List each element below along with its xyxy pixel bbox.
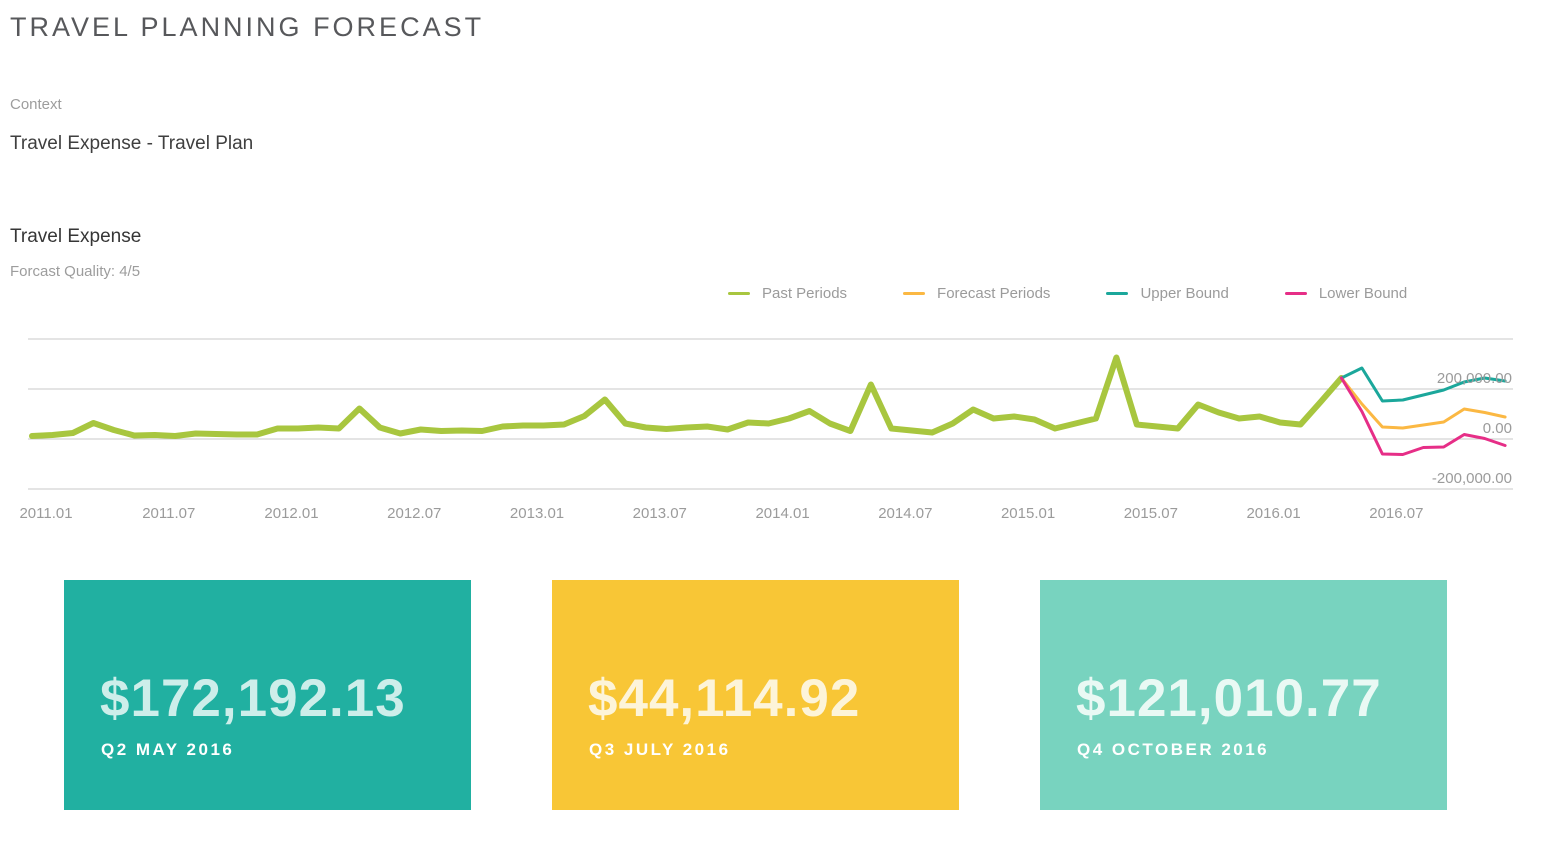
- past-periods-swatch-icon: [728, 292, 750, 295]
- forecast-chart-svg: 200,000.00 0.00 -200,000.00 2011.01 2011.07 2…: [0, 330, 1513, 530]
- x-tick-label: 2015.07: [1124, 505, 1178, 522]
- legend-item-lower-bound[interactable]: Lower Bound: [1285, 285, 1407, 302]
- kpi-period: Q4 OCTOBER 2016: [1077, 740, 1269, 760]
- section-title: Travel Expense: [10, 226, 141, 248]
- legend-label: Forecast Periods: [937, 285, 1050, 302]
- y-tick-label: 0.00: [1483, 420, 1512, 437]
- context-label: Context: [10, 96, 62, 113]
- forecast-quality-label: Forcast Quality: 4/5: [10, 263, 140, 280]
- legend-item-upper-bound[interactable]: Upper Bound: [1106, 285, 1228, 302]
- x-tick-label: 2016.07: [1369, 505, 1423, 522]
- kpi-period: Q3 JULY 2016: [589, 740, 731, 760]
- kpi-cards: $172,192.13 Q2 MAY 2016 $44,114.92 Q3 JU…: [64, 580, 1447, 810]
- lower-bound-swatch-icon: [1285, 292, 1307, 295]
- kpi-period: Q2 MAY 2016: [101, 740, 234, 760]
- y-tick-label: 200,000.00: [1437, 370, 1512, 387]
- kpi-card-q4: $121,010.77 Q4 OCTOBER 2016: [1040, 580, 1447, 810]
- forecast-chart: 200,000.00 0.00 -200,000.00 2011.01 2011.07 2…: [0, 330, 1513, 530]
- chart-legend: Past Periods Forecast Periods Upper Bound L…: [728, 283, 1407, 303]
- forecast-periods-swatch-icon: [903, 292, 925, 295]
- legend-label: Upper Bound: [1140, 285, 1228, 302]
- legend-label: Past Periods: [762, 285, 847, 302]
- x-tick-label: 2012.01: [264, 505, 318, 522]
- kpi-card-q3: $44,114.92 Q3 JULY 2016: [552, 580, 959, 810]
- x-tick-label: 2013.07: [633, 505, 687, 522]
- context-value: Travel Expense - Travel Plan: [10, 133, 253, 155]
- page-title: TRAVEL PLANNING FORECAST: [10, 12, 484, 43]
- kpi-amount: $44,114.92: [588, 668, 860, 729]
- x-tick-label: 2013.01: [510, 505, 564, 522]
- x-tick-label: 2015.01: [1001, 505, 1055, 522]
- legend-item-forecast-periods[interactable]: Forecast Periods: [903, 285, 1050, 302]
- x-tick-label: 2014.07: [878, 505, 932, 522]
- x-tick-label: 2011.07: [142, 505, 195, 522]
- upper-bound-swatch-icon: [1106, 292, 1128, 295]
- x-tick-label: 2016.01: [1246, 505, 1300, 522]
- legend-item-past-periods[interactable]: Past Periods: [728, 285, 847, 302]
- kpi-amount: $172,192.13: [100, 668, 406, 729]
- x-tick-label: 2012.07: [387, 505, 441, 522]
- past-periods-line: [32, 358, 1341, 437]
- y-tick-label: -200,000.00: [1432, 470, 1512, 487]
- x-tick-label: 2011.01: [19, 505, 72, 522]
- kpi-card-q2: $172,192.13 Q2 MAY 2016: [64, 580, 471, 810]
- x-tick-label: 2014.01: [755, 505, 809, 522]
- legend-label: Lower Bound: [1319, 285, 1407, 302]
- kpi-amount: $121,010.77: [1076, 668, 1382, 729]
